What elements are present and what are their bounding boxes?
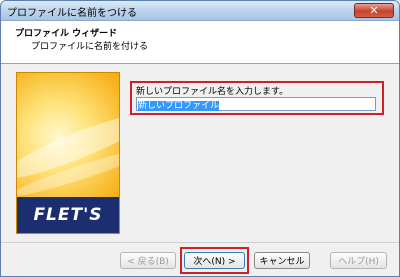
next-button[interactable]: 次へ(N) > xyxy=(184,252,245,269)
wizard-header: プロファイル ウィザード プロファイルに名前を付ける xyxy=(1,21,399,64)
wizard-window: プロファイルに名前をつける ✕ プロファイル ウィザード プロファイルに名前を付… xyxy=(0,0,400,277)
flets-logo: FLET'S xyxy=(17,197,119,233)
window-title: プロファイルに名前をつける xyxy=(7,8,137,19)
button-bar: < 戻る(B) 次へ(N) > キャンセル ヘルプ(H) xyxy=(1,242,399,276)
back-button[interactable]: < 戻る(B) xyxy=(120,252,176,269)
wizard-body: FLET'S 新しいプロファイル名を入力します。 新しいプロファイル xyxy=(1,64,399,242)
flets-banner-image: FLET'S xyxy=(16,72,120,234)
title-bar[interactable]: プロファイルに名前をつける ✕ xyxy=(1,1,399,21)
profile-name-value: 新しいプロファイル xyxy=(138,101,220,111)
wizard-subtitle: プロファイルに名前を付ける xyxy=(31,42,149,52)
profile-name-highlight: 新しいプロファイル名を入力します。 新しいプロファイル xyxy=(130,81,384,115)
profile-name-label: 新しいプロファイル名を入力します。 xyxy=(136,87,289,97)
profile-name-input[interactable]: 新しいプロファイル xyxy=(136,97,376,111)
wizard-title: プロファイル ウィザード xyxy=(15,29,118,39)
close-button[interactable]: ✕ xyxy=(354,3,394,18)
close-icon: ✕ xyxy=(369,4,379,17)
cancel-button[interactable]: キャンセル xyxy=(254,252,310,269)
help-button[interactable]: ヘルプ(H) xyxy=(330,252,387,269)
